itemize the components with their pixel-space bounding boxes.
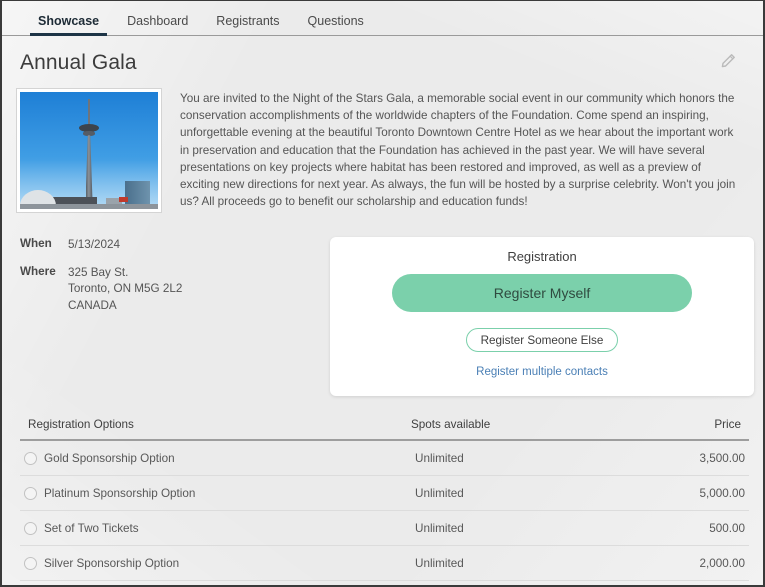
- where-label: Where: [20, 264, 56, 278]
- option-label: Platinum Sponsorship Option: [44, 486, 196, 500]
- register-someone-else-button[interactable]: Register Someone Else: [465, 328, 619, 352]
- option-radio[interactable]: [24, 486, 37, 500]
- option-price: 500.00: [709, 521, 745, 535]
- event-photo: [16, 88, 162, 213]
- option-spots: Unlimited: [415, 486, 464, 500]
- where-country: CANADA: [68, 298, 117, 312]
- option-label: Set of Two Tickets: [44, 521, 139, 535]
- page-header: Annual Gala: [2, 36, 763, 82]
- option-name-cell: Set of Two Tickets: [20, 521, 415, 535]
- tab-showcase[interactable]: Showcase: [24, 13, 113, 36]
- header-price: Price: [714, 418, 741, 431]
- option-radio[interactable]: [24, 451, 37, 465]
- table-row[interactable]: Gold Sponsorship Option Unlimited 3,500.…: [20, 441, 749, 476]
- option-spots: Unlimited: [415, 521, 464, 535]
- where-city: Toronto, ON M5G 2L2: [68, 282, 183, 296]
- table-row[interactable]: Silver Sponsorship Option Unlimited 2,00…: [20, 546, 749, 581]
- table-header-row: Registration Options Spots available Pri…: [20, 418, 749, 441]
- table-row[interactable]: Platinum Sponsorship Option Unlimited 5,…: [20, 476, 749, 511]
- event-when-row: When 5/13/2024: [20, 237, 320, 254]
- option-price: 3,500.00: [699, 451, 746, 465]
- register-multiple-contacts-link[interactable]: Register multiple contacts: [476, 366, 608, 378]
- option-name-cell: Gold Sponsorship Option: [20, 451, 415, 465]
- edit-event-button[interactable]: [715, 50, 741, 76]
- option-spots: Unlimited: [415, 556, 464, 570]
- header-registration-options: Registration Options: [28, 418, 134, 431]
- event-showcase-window: Showcase Dashboard Registrants Questions…: [0, 0, 765, 587]
- where-street: 325 Bay St.: [68, 265, 129, 279]
- option-spots: Unlimited: [415, 451, 464, 465]
- event-photo-image: [20, 92, 158, 209]
- event-details-section: When 5/13/2024 Where 325 Bay St. Toronto…: [2, 213, 763, 396]
- tab-registrants[interactable]: Registrants: [202, 13, 293, 36]
- tab-bar: Showcase Dashboard Registrants Questions: [2, 1, 763, 36]
- pencil-icon: [720, 53, 736, 74]
- page-title: Annual Gala: [20, 51, 137, 74]
- event-meta: When 5/13/2024 Where 325 Bay St. Toronto…: [20, 237, 320, 325]
- when-value: 5/13/2024: [68, 238, 120, 251]
- register-multiple-wrap: Register multiple contacts: [330, 352, 754, 380]
- option-name-cell: Silver Sponsorship Option: [20, 556, 415, 570]
- event-where-row: Where 325 Bay St. Toronto, ON M5G 2L2 CA…: [20, 265, 320, 315]
- tab-dashboard-label: Dashboard: [127, 13, 189, 28]
- registration-options-table: Registration Options Spots available Pri…: [20, 418, 749, 581]
- option-name-cell: Platinum Sponsorship Option: [20, 486, 415, 500]
- option-price: 2,000.00: [699, 556, 746, 570]
- option-radio[interactable]: [24, 521, 37, 535]
- tab-showcase-label: Showcase: [38, 13, 100, 28]
- when-label: When: [20, 237, 52, 250]
- tab-dashboard[interactable]: Dashboard: [113, 13, 202, 36]
- tab-registrants-label: Registrants: [216, 13, 280, 28]
- registration-card: Registration Register Myself Register So…: [330, 237, 754, 396]
- event-hero: You are invited to the Night of the Star…: [2, 82, 763, 213]
- event-description: You are invited to the Night of the Star…: [180, 92, 736, 209]
- table-row[interactable]: Set of Two Tickets Unlimited 500.00: [20, 511, 749, 546]
- register-myself-button[interactable]: Register Myself: [392, 274, 692, 312]
- tab-questions-label: Questions: [307, 13, 364, 28]
- registration-title: Registration: [507, 249, 577, 264]
- option-label: Gold Sponsorship Option: [44, 451, 175, 465]
- tab-questions[interactable]: Questions: [294, 13, 378, 36]
- where-value: 325 Bay St. Toronto, ON M5G 2L2 CANADA: [68, 265, 182, 315]
- option-price: 5,000.00: [699, 486, 746, 500]
- option-radio[interactable]: [24, 556, 37, 570]
- option-label: Silver Sponsorship Option: [44, 556, 180, 570]
- header-spots-available: Spots available: [411, 418, 491, 431]
